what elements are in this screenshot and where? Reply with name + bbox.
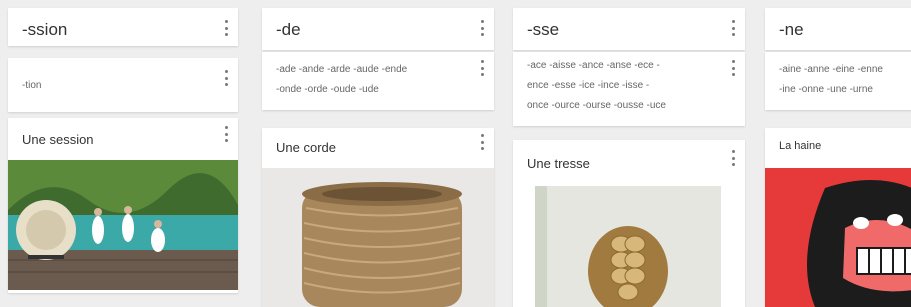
header-title: -sse bbox=[527, 20, 560, 39]
more-vert-icon[interactable] bbox=[480, 134, 484, 150]
suffix-list: -tion bbox=[22, 76, 216, 96]
more-vert-icon[interactable] bbox=[480, 60, 484, 76]
column-ssion: -ssion -tion Une session bbox=[8, 0, 238, 307]
suffix-card[interactable]: -ade -ande -arde -aude -ende -onde -orde… bbox=[262, 52, 494, 110]
header-card[interactable]: -de bbox=[262, 8, 494, 50]
suffix-line: -ade -ande -arde -aude -ende bbox=[276, 64, 408, 75]
suffix-line: ence -esse -ice -ince -isse - bbox=[527, 80, 650, 91]
suffix-card[interactable]: -aine -anne -eine -enne -ine -onne -une … bbox=[765, 52, 911, 110]
suffix-line: once -ource -ourse -ousse -uce bbox=[527, 100, 666, 111]
more-vert-icon[interactable] bbox=[731, 20, 735, 36]
suffix-line: -ine -onne -une -urne bbox=[779, 84, 873, 95]
suffix-line: -ace -aisse -ance -anse -ece - bbox=[527, 60, 660, 71]
column-de: -de -ade -ande -arde -aude -ende -onde -… bbox=[262, 0, 494, 307]
suffix-list: -ade -ande -arde -aude -ende -onde -orde… bbox=[276, 60, 472, 100]
header-title: -de bbox=[276, 20, 301, 39]
more-vert-icon[interactable] bbox=[224, 70, 228, 86]
example-card[interactable]: Une corde bbox=[262, 128, 494, 307]
more-vert-icon[interactable] bbox=[480, 20, 484, 36]
example-card[interactable]: La haine bbox=[765, 128, 911, 307]
header-title: -ssion bbox=[22, 20, 68, 39]
suffix-list: -ace -aisse -ance -anse -ece - ence -ess… bbox=[527, 56, 723, 116]
column-sse: -sse -ace -aisse -ance -anse -ece - ence… bbox=[513, 0, 745, 307]
suffix-list: -aine -anne -eine -enne -ine -onne -une … bbox=[779, 60, 883, 100]
example-image bbox=[8, 160, 238, 290]
header-card[interactable]: -ne bbox=[765, 8, 911, 50]
example-caption: Une corde bbox=[276, 140, 336, 155]
example-image bbox=[535, 186, 721, 307]
example-card[interactable]: Une tresse bbox=[513, 140, 745, 307]
header-card[interactable]: -ssion bbox=[8, 8, 238, 46]
suffix-line: -tion bbox=[22, 80, 42, 91]
example-caption: La haine bbox=[779, 140, 822, 152]
column-ne: -ne -aine -anne -eine -enne -ine -onne -… bbox=[765, 0, 911, 307]
example-card[interactable]: Une session bbox=[8, 118, 238, 293]
example-caption: Une tresse bbox=[527, 156, 590, 171]
example-image bbox=[262, 168, 494, 307]
more-vert-icon[interactable] bbox=[731, 60, 735, 76]
more-vert-icon[interactable] bbox=[224, 126, 228, 142]
suffix-card[interactable]: -ace -aisse -ance -anse -ece - ence -ess… bbox=[513, 52, 745, 126]
header-card[interactable]: -sse bbox=[513, 8, 745, 50]
suffix-card[interactable]: -tion bbox=[8, 58, 238, 112]
example-image bbox=[765, 168, 911, 307]
example-caption: Une session bbox=[22, 132, 94, 147]
suffix-line: -onde -orde -oude -ude bbox=[276, 84, 379, 95]
header-title: -ne bbox=[779, 20, 804, 39]
suffix-line: -aine -anne -eine -enne bbox=[779, 64, 883, 75]
more-vert-icon[interactable] bbox=[731, 150, 735, 166]
more-vert-icon[interactable] bbox=[224, 20, 228, 36]
